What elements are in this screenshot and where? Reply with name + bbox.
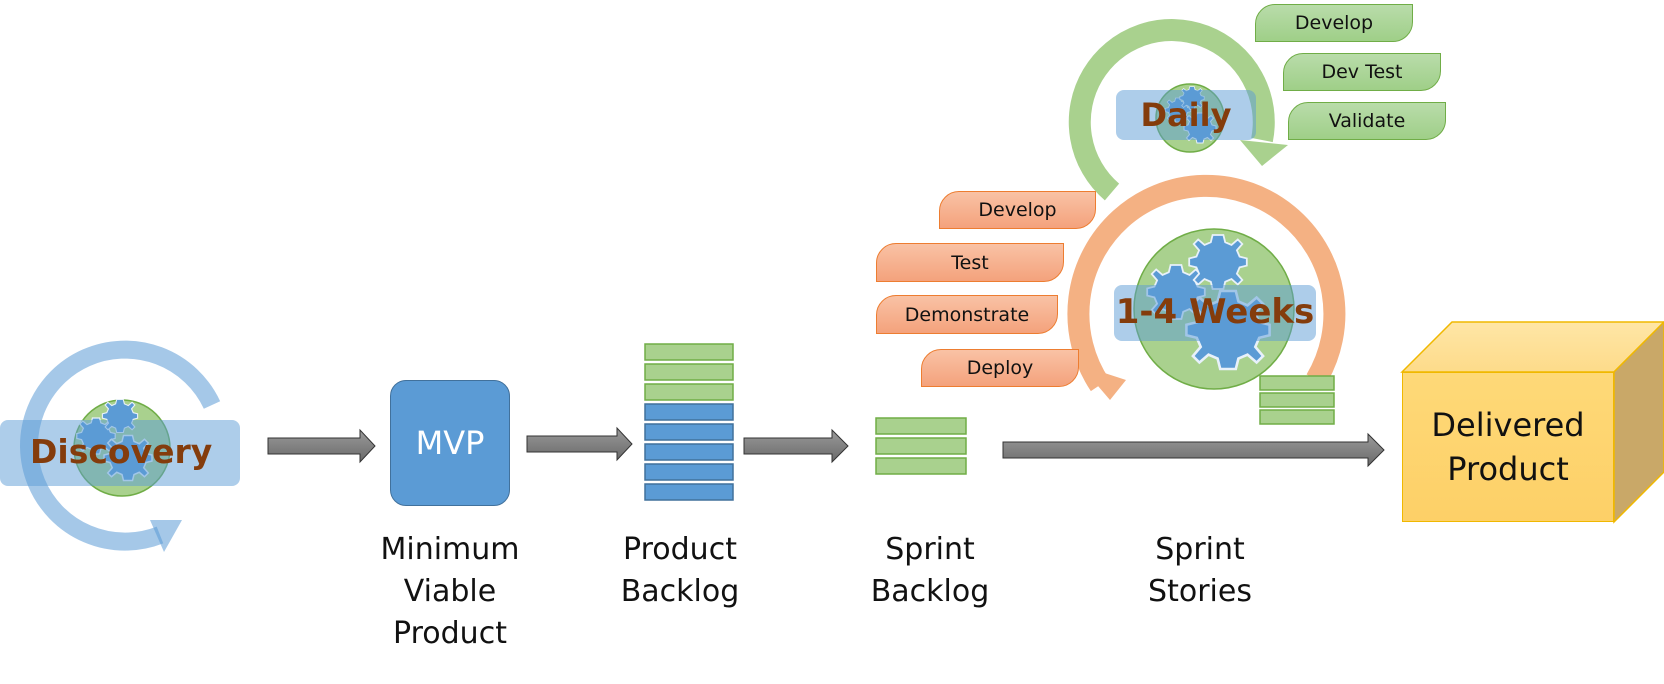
- mvp-box: MVP: [390, 380, 510, 506]
- sprint-step-demonstrate: Demonstrate: [876, 295, 1058, 334]
- backlog-item-green: [644, 383, 734, 401]
- sprint-backlog-caption: Sprint Backlog: [850, 529, 1010, 613]
- delivered-box: Delivered Product: [1402, 372, 1614, 522]
- backlog-item-green: [644, 343, 734, 361]
- sprint-backlog-caption-line2: Backlog: [870, 574, 990, 609]
- sprint-stories-caption-line2: Stories: [1148, 574, 1252, 609]
- backlog-item-green: [1259, 375, 1335, 391]
- backlog-item-green: [644, 363, 734, 381]
- product-backlog-caption: Product Backlog: [600, 529, 760, 613]
- daily-step-develop: Develop: [1255, 4, 1413, 42]
- mvp-caption-line1: Minimum: [380, 532, 520, 567]
- daily-label: Daily: [1140, 96, 1232, 134]
- backlog-item-blue: [644, 483, 734, 501]
- sprint-backlog-stack: [875, 417, 967, 475]
- backlog-item-blue: [644, 443, 734, 461]
- mvp-caption: Minimum Viable Product: [360, 529, 540, 655]
- arrow-backlog-to-sprint: [743, 428, 849, 464]
- product-backlog-stack: [644, 343, 734, 501]
- daily-step-dev-test: Dev Test: [1283, 53, 1441, 91]
- backlog-item-green: [1259, 409, 1335, 425]
- backlog-item-blue: [644, 463, 734, 481]
- backlog-item-green: [875, 437, 967, 455]
- backlog-item-green: [875, 417, 967, 435]
- backlog-item-blue: [644, 423, 734, 441]
- sprint-step-test: Test: [876, 243, 1064, 282]
- backlog-item-blue: [644, 403, 734, 421]
- arrow-mvp-to-backlog: [526, 426, 633, 462]
- backlog-item-green: [875, 457, 967, 475]
- sprint-cycle-label: 1-4 Weeks: [1115, 292, 1315, 332]
- sprint-step-deploy: Deploy: [921, 349, 1079, 387]
- daily-step-validate: Validate: [1288, 102, 1446, 140]
- discovery-label: Discovery: [30, 432, 213, 471]
- delivered-label-line1: Delivered: [1431, 406, 1585, 444]
- arrow-discovery-to-mvp: [267, 428, 376, 464]
- backlog-item-green: [1259, 392, 1335, 408]
- mvp-caption-line2: Viable: [403, 574, 497, 609]
- arrow-sprint-to-delivered: [1002, 432, 1385, 468]
- sprint-step-develop: Develop: [939, 191, 1096, 229]
- sprint-stories-caption: Sprint Stories: [1120, 529, 1280, 613]
- sprint-stories-caption-line1: Sprint: [1155, 532, 1245, 567]
- sprint-stories-stack: [1259, 375, 1335, 425]
- delivered-label-line2: Product: [1447, 450, 1569, 488]
- product-backlog-caption-line1: Product: [623, 532, 737, 567]
- sprint-backlog-caption-line1: Sprint: [885, 532, 975, 567]
- mvp-caption-line3: Product: [393, 616, 507, 651]
- product-backlog-caption-line2: Backlog: [620, 574, 740, 609]
